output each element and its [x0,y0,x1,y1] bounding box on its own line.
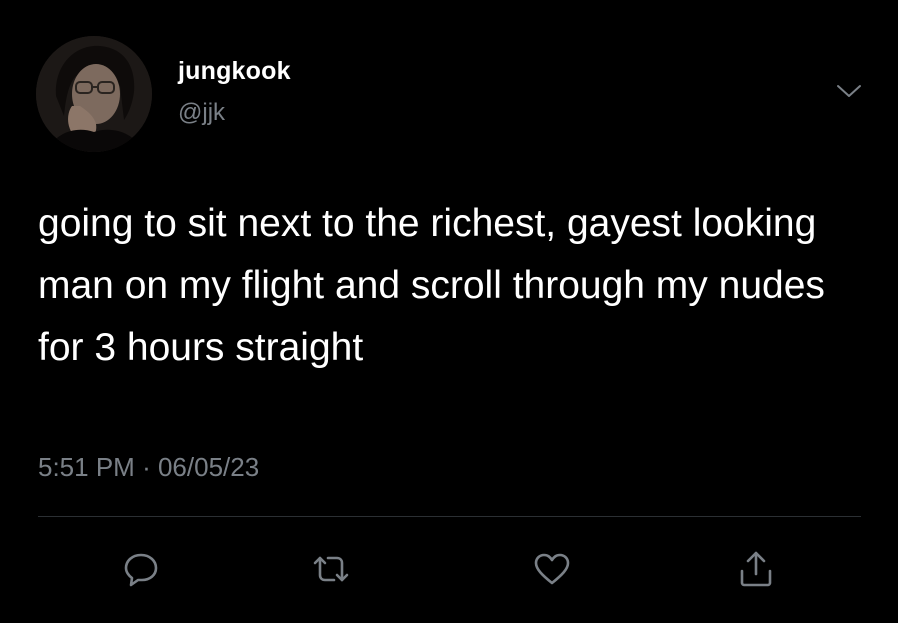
like-button[interactable] [530,547,574,591]
tweet-card: jungkook @jjk going to sit next to the r… [0,0,898,623]
tweet-date: 06/05/23 [157,452,260,482]
tweet-time: 5:51 PM [38,452,135,482]
divider [38,516,861,517]
tweet-timestamp[interactable]: 5:51 PM · 06/05/23 [38,452,259,483]
timestamp-separator: · [142,452,151,482]
more-options-chevron[interactable] [834,80,864,102]
share-button[interactable] [734,547,778,591]
tweet-text: going to sit next to the richest, gayest… [38,202,825,369]
user-display-name[interactable]: jungkook [178,57,291,86]
reply-button[interactable] [119,547,163,591]
profile-photo-icon [36,36,152,152]
chevron-down-icon [837,85,861,97]
user-handle[interactable]: @jjk [178,99,225,127]
retweet-button[interactable] [309,547,353,591]
avatar[interactable] [36,36,152,152]
speech-bubble-icon [124,553,158,587]
heart-icon [534,553,570,585]
retweet-arrows-icon [313,556,349,582]
share-upload-icon [740,551,772,587]
